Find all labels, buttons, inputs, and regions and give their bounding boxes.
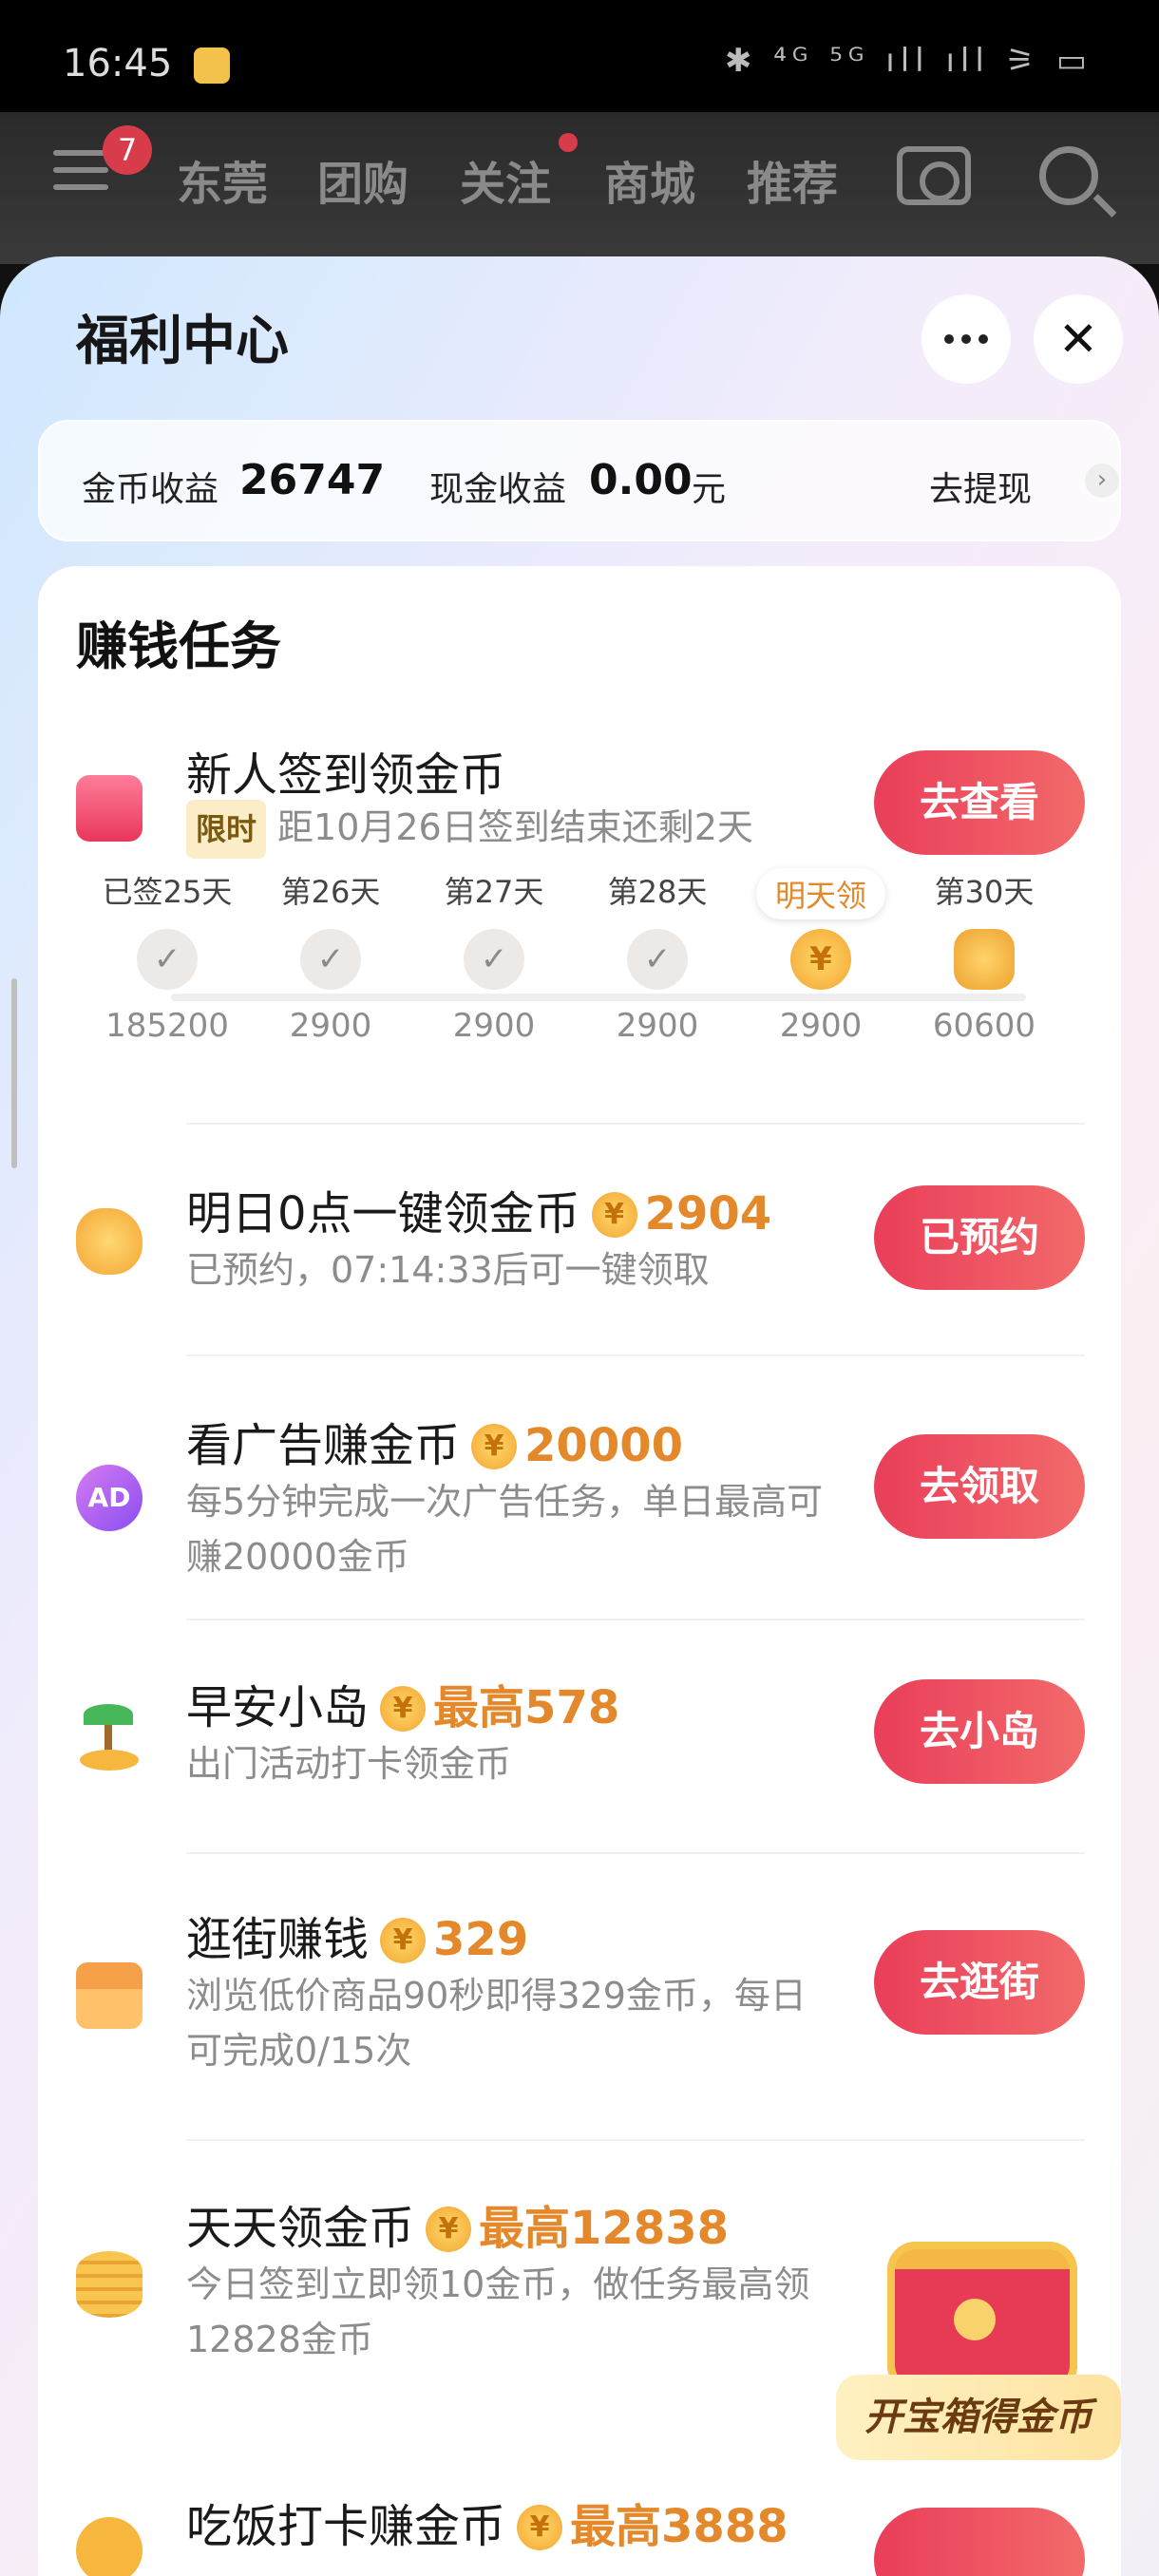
task-desc: 出门活动打卡领金币	[186, 1743, 512, 1785]
open-chest-button[interactable]: 开宝箱得金币	[836, 2375, 1121, 2460]
coin-pile-icon	[954, 929, 1015, 990]
search-icon[interactable]	[1039, 146, 1098, 205]
task-title: 逛街赚钱 ¥329	[186, 1913, 529, 1966]
check-icon: ✓	[300, 929, 361, 990]
meal-icon	[76, 2517, 142, 2576]
task-title: 吃饭打卡赚金币 ¥ 最高3888	[186, 2500, 788, 2553]
shop-icon	[76, 1962, 142, 2029]
scrollbar[interactable]	[11, 978, 17, 1168]
coin-icon: ¥	[790, 929, 851, 990]
menu-icon[interactable]	[53, 150, 108, 198]
divider	[186, 2139, 1085, 2141]
system-status-icons: ✱ ⁴ᴳ ⁵ᴳ ıll ıll ⚞ ▭	[724, 42, 1092, 80]
calendar-day-final: 第30天 60600	[932, 874, 1036, 1045]
tab-following[interactable]: 关注	[460, 146, 551, 213]
status-time: 16:45	[63, 42, 173, 85]
meal-task-button[interactable]	[874, 2508, 1085, 2576]
calendar-day: 第26天 ✓ 2900	[280, 874, 381, 1045]
more-button[interactable]	[922, 294, 1011, 384]
coin-icon: ¥	[380, 1686, 427, 1732]
coin-earnings-label: 金币收益	[82, 470, 219, 509]
palm-island-icon	[76, 1704, 142, 1771]
task-desc: 每5分钟完成一次广告任务，单日最高可赚20000金币	[186, 1481, 824, 1578]
chest-lock-icon	[954, 2299, 996, 2340]
coin-icon: ¥	[426, 2207, 472, 2252]
coin-icon: ¥	[471, 1424, 518, 1469]
claim-button[interactable]: 去领取	[874, 1434, 1085, 1539]
check-icon: ✓	[627, 929, 688, 990]
check-icon: ✓	[137, 929, 198, 990]
calendar-day: 第28天 ✓ 2900	[607, 874, 708, 1045]
limited-tag: 限时	[186, 800, 267, 859]
calendar-check-icon	[76, 775, 142, 842]
go-island-button[interactable]: 去小岛	[874, 1679, 1085, 1784]
tab-group-buy[interactable]: 团购	[317, 146, 408, 213]
cash-unit: 元	[692, 470, 727, 509]
checkin-calendar: 已签25天 ✓ 185200 第26天 ✓ 2900 第27天 ✓ 2900 第…	[103, 868, 1121, 1058]
task-title: 早安小岛 ¥ 最高578	[186, 1681, 620, 1734]
task-title: 看广告赚金币 ¥20000	[186, 1419, 684, 1472]
coin-icon: ¥	[380, 1918, 427, 1963]
coin-icon: ¥	[517, 2505, 563, 2550]
status-bar: 16:45 ✱ ⁴ᴳ ⁵ᴳ ıll ıll ⚞ ▭	[0, 0, 1159, 112]
check-icon: ✓	[464, 929, 524, 990]
reserved-button[interactable]: 已预约	[874, 1185, 1085, 1290]
tab-mall[interactable]: 商城	[604, 146, 695, 213]
menu-badge: 7	[103, 125, 152, 175]
ad-icon: AD	[76, 1465, 142, 1531]
earnings-bar: 金币收益 26747 现金收益 0.00 元 去提现 ›	[38, 420, 1121, 541]
divider	[186, 1354, 1085, 1356]
tab-dongguan[interactable]: 东莞	[177, 146, 268, 213]
section-title: 赚钱任务	[76, 616, 281, 676]
chevron-right-icon[interactable]: ›	[1085, 464, 1119, 498]
task-title: 明日0点一键领金币 ¥2904	[186, 1187, 772, 1241]
go-shopping-button[interactable]: 去逛街	[874, 1930, 1085, 2035]
task-desc: 今日签到立即领10金币，做任务最高领12828金币	[186, 2263, 810, 2360]
divider	[186, 1619, 1085, 1620]
piggy-bank-icon	[76, 1208, 142, 1275]
tab-recommend[interactable]: 推荐	[747, 146, 838, 213]
task-title: 天天领金币 ¥ 最高12838	[186, 2202, 730, 2255]
sheet-title: 福利中心	[76, 311, 289, 372]
task-title: 新人签到领金币	[186, 748, 506, 802]
close-button[interactable]: ✕	[1034, 294, 1123, 384]
calendar-day: 已签25天 ✓ 185200	[102, 874, 233, 1045]
notification-app-icon	[194, 47, 230, 84]
calendar-day: 第27天 ✓ 2900	[444, 874, 544, 1045]
calendar-day-tomorrow[interactable]: 明天领 ¥ 2900	[735, 868, 906, 1045]
camera-icon[interactable]	[897, 146, 971, 205]
following-dot	[559, 133, 578, 152]
coin-earnings-value: 26747	[239, 456, 386, 504]
top-navigation: 7 东莞 团购 关注 商城 推荐	[0, 112, 1159, 264]
cash-earnings-label: 现金收益	[429, 470, 567, 509]
cash-earnings-value: 0.00	[589, 456, 693, 504]
task-desc: 距10月26日签到结束还剩2天	[277, 806, 753, 848]
task-desc: 浏览低价商品90秒即得329金币，每日可完成0/15次	[186, 1975, 807, 2072]
welfare-center-sheet: 福利中心 ✕ 金币收益 26747 现金收益 0.00 元 去提现 › 赚钱任务…	[0, 256, 1159, 2576]
more-icon	[944, 334, 954, 344]
divider	[186, 1123, 1085, 1125]
view-button[interactable]: 去查看	[874, 750, 1085, 855]
coin-stack-icon	[76, 2251, 142, 2318]
task-desc: 已预约，07:14:33后可一键领取	[186, 1249, 710, 1291]
coin-icon: ¥	[591, 1192, 637, 1238]
divider	[186, 1852, 1085, 1854]
withdraw-link[interactable]: 去提现	[929, 462, 1032, 511]
